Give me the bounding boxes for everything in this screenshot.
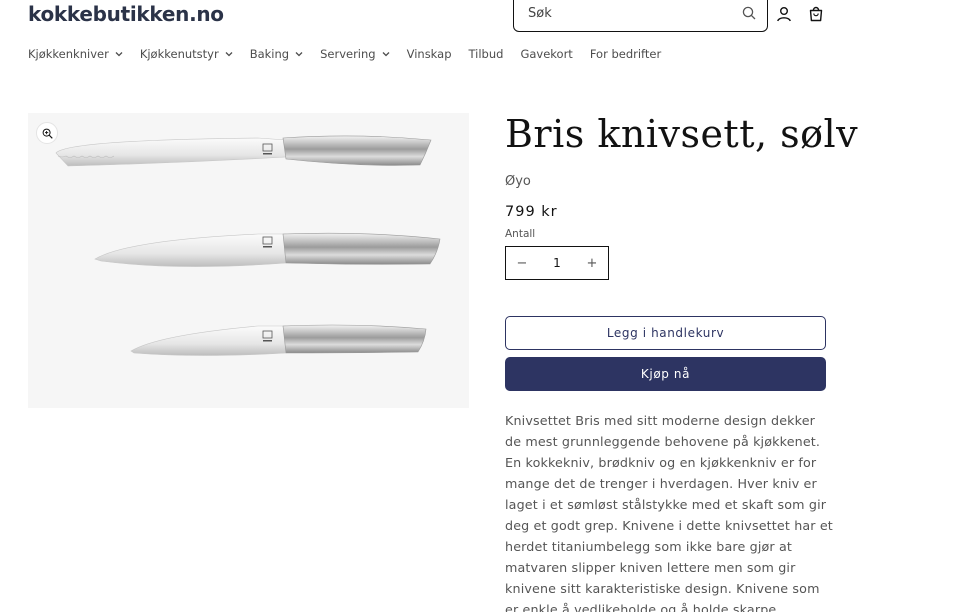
product-vendor: Øyo bbox=[505, 174, 531, 189]
product-image-gallery[interactable] bbox=[28, 113, 469, 408]
site-logo[interactable]: kokkebutikken.no bbox=[28, 2, 224, 26]
nav-item-label: Kjøkkenkniver bbox=[28, 47, 109, 61]
nav-item-label: For bedrifter bbox=[589, 47, 662, 61]
quantity-increase-button[interactable]: + bbox=[576, 247, 608, 279]
nav-item-label: Kjøkkenutstyr bbox=[139, 47, 219, 61]
account-icon[interactable] bbox=[774, 4, 794, 24]
main-nav: Kjøkkenkniver Kjøkkenutstyr Baking Serverin… bbox=[28, 47, 678, 61]
product-price: 799 kr bbox=[505, 204, 558, 220]
chevron-down-icon bbox=[295, 50, 303, 58]
nav-item-label: Tilbud bbox=[468, 47, 504, 61]
nav-item-kjøkkenkniver[interactable]: Kjøkkenkniver bbox=[28, 47, 123, 61]
nav-item-label: Gavekort bbox=[520, 47, 573, 61]
quantity-label: Antall bbox=[505, 228, 536, 240]
nav-item-vinskap[interactable]: Vinskap bbox=[407, 47, 452, 61]
search-bar[interactable] bbox=[513, 0, 768, 32]
add-to-cart-button[interactable]: Legg i handlekurv bbox=[505, 316, 826, 350]
nav-item-label: Vinskap bbox=[406, 47, 452, 61]
product-description: Knivsettet Bris med sitt moderne design … bbox=[505, 413, 833, 612]
nav-item-servering[interactable]: Servering bbox=[320, 47, 390, 61]
search-input[interactable] bbox=[528, 5, 741, 21]
quantity-stepper: − 1 + bbox=[505, 246, 609, 280]
product-title: Bris knivsett, sølv bbox=[505, 112, 859, 156]
nav-item-for-bedrifter[interactable]: For bedrifter bbox=[590, 47, 661, 61]
nav-item-kjøkkenutstyr[interactable]: Kjøkkenutstyr bbox=[140, 47, 233, 61]
quantity-decrease-button[interactable]: − bbox=[506, 247, 538, 279]
chevron-down-icon bbox=[382, 50, 390, 58]
nav-item-gavekort[interactable]: Gavekort bbox=[520, 47, 572, 61]
knife-set-image bbox=[55, 135, 441, 356]
nav-item-label: Servering bbox=[320, 47, 376, 61]
nav-item-tilbud[interactable]: Tilbud bbox=[469, 47, 504, 61]
chevron-down-icon bbox=[115, 50, 123, 58]
search-icon[interactable] bbox=[741, 5, 757, 21]
nav-item-baking[interactable]: Baking bbox=[250, 47, 303, 61]
buy-now-button[interactable]: Kjøp nå bbox=[505, 357, 826, 391]
nav-item-label: Baking bbox=[249, 47, 290, 61]
zoom-icon[interactable] bbox=[36, 122, 58, 144]
quantity-input[interactable]: 1 bbox=[538, 256, 576, 270]
chevron-down-icon bbox=[225, 50, 233, 58]
cart-icon[interactable] bbox=[806, 4, 826, 24]
